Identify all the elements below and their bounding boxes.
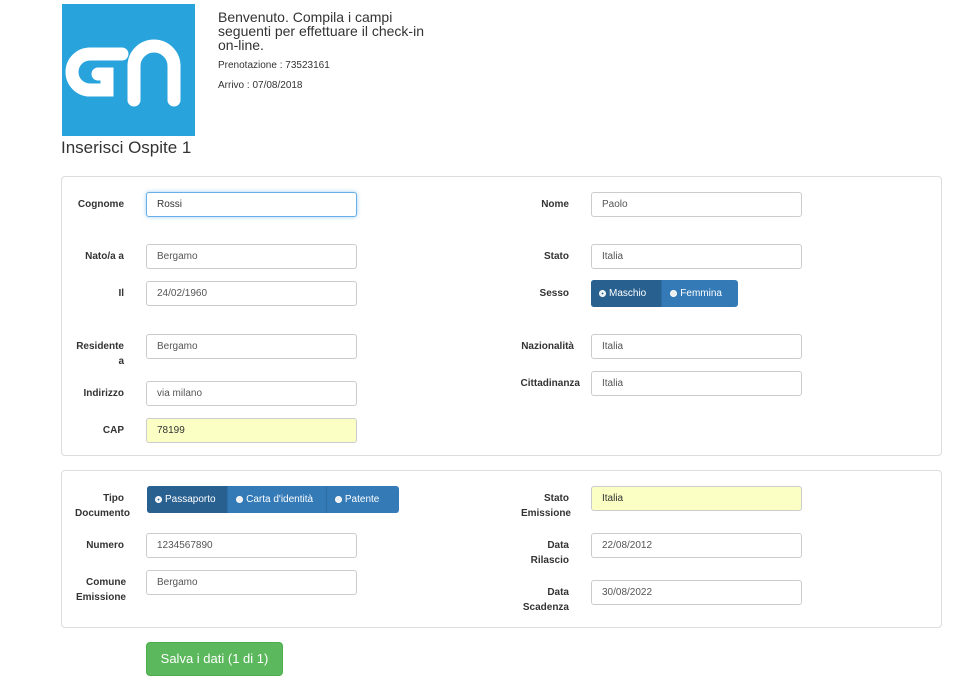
tipo-documento-label: Tipo Documento: [66, 491, 130, 521]
intro-block: Benvenuto. Compila i campi seguenti per …: [218, 10, 428, 92]
sesso-option-maschio[interactable]: Maschio: [591, 280, 663, 307]
radio-checked-icon: [599, 290, 606, 297]
tipo-option-passaporto[interactable]: Passaporto: [147, 486, 229, 513]
stato-emissione-label: Stato Emissione: [505, 491, 571, 521]
numero-label: Numero: [86, 540, 124, 551]
data-rilascio-label-line2: Rilascio: [530, 555, 569, 566]
brand-logo: [62, 4, 195, 136]
cognome-label: Cognome: [77, 199, 124, 210]
residente-label-line2: a: [118, 356, 124, 367]
comune-emissione-input[interactable]: Bergamo: [146, 570, 357, 595]
nato-input[interactable]: Bergamo: [146, 244, 357, 269]
indirizzo-label: Indirizzo: [83, 388, 124, 399]
arrival-date: Arrivo : 07/08/2018: [218, 80, 303, 91]
booking-number: Prenotazione : 73523161: [218, 60, 330, 71]
tipo-option-label: Carta d'identità: [246, 494, 314, 505]
data-rilascio-input[interactable]: 22/08/2012: [591, 533, 802, 558]
radio-unchecked-icon: [236, 496, 244, 503]
tipo-option-patente[interactable]: Patente: [327, 486, 399, 513]
sesso-label: Sesso: [539, 288, 569, 299]
cap-label: CAP: [102, 425, 124, 436]
sesso-option-label: Maschio: [609, 288, 647, 299]
data-scadenza-label-line2: Scadenza: [522, 602, 569, 613]
nome-input[interactable]: Paolo: [591, 192, 802, 217]
tipo-documento-radio-group: Passaporto Carta d'identità Patente: [147, 486, 399, 513]
stato-label: Stato: [544, 251, 569, 262]
save-button[interactable]: Salva i dati (1 di 1): [146, 642, 283, 676]
radio-unchecked-icon: [334, 496, 342, 503]
sesso-option-femmina[interactable]: Femmina: [662, 280, 738, 307]
guest-panel: [61, 176, 942, 456]
data-scadenza-label: Data Scadenza: [505, 585, 569, 615]
data-scadenza-input[interactable]: 30/08/2022: [591, 580, 802, 605]
cittadinanza-label: Cittadinanza: [520, 378, 580, 389]
tipo-option-label: Patente: [344, 494, 380, 505]
data-rilascio-label: Data Rilascio: [505, 538, 569, 568]
tipo-label-line2: Documento: [75, 508, 130, 519]
cognome-input[interactable]: Rossi: [146, 192, 357, 217]
comune-label-line1: Comune: [86, 577, 126, 588]
sesso-option-label: Femmina: [680, 288, 722, 299]
numero-input[interactable]: 1234567890: [146, 533, 357, 558]
nato-label: Nato/a a: [85, 251, 124, 262]
tipo-option-carta-identita[interactable]: Carta d'identità: [228, 486, 327, 513]
data-scadenza-label-line1: Data: [547, 587, 569, 598]
cittadinanza-input[interactable]: Italia: [591, 371, 802, 396]
comune-label-line2: Emissione: [75, 592, 126, 603]
sesso-radio-group: Maschio Femmina: [591, 280, 738, 307]
cap-input[interactable]: 78199: [146, 418, 357, 443]
stato-emissione-label-line2: Emissione: [520, 508, 571, 519]
residente-label-line1: Residente: [76, 341, 124, 352]
indirizzo-input[interactable]: via milano: [146, 381, 357, 406]
radio-unchecked-icon: [670, 290, 678, 297]
nazionalita-label: Nazionalità: [521, 341, 574, 352]
residente-label: Residente a: [66, 339, 124, 369]
radio-checked-icon: [155, 496, 162, 503]
stato-emissione-input[interactable]: Italia: [591, 486, 802, 511]
il-input[interactable]: 24/02/1960: [146, 281, 357, 306]
il-label: Il: [118, 288, 124, 299]
nazionalita-input[interactable]: Italia: [591, 334, 802, 359]
data-rilascio-label-line1: Data: [547, 540, 569, 551]
nome-label: Nome: [541, 199, 569, 210]
page-title: Inserisci Ospite 1: [61, 138, 192, 157]
stato-input[interactable]: Italia: [591, 244, 802, 269]
comune-emissione-label: Comune Emissione: [66, 575, 126, 605]
residente-input[interactable]: Bergamo: [146, 334, 357, 359]
tipo-label-line1: Tipo: [103, 493, 124, 504]
ga-logo-icon: [65, 39, 181, 107]
welcome-text: Benvenuto. Compila i campi seguenti per …: [218, 9, 424, 53]
tipo-option-label: Passaporto: [165, 494, 216, 505]
stato-emissione-label-line1: Stato: [544, 493, 569, 504]
